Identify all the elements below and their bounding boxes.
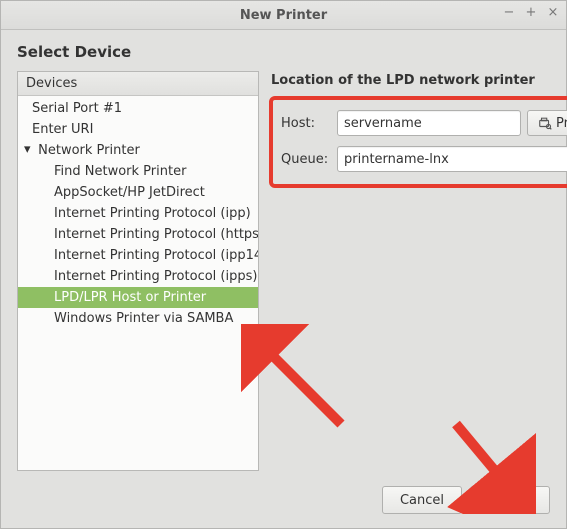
device-find-network[interactable]: Find Network Printer <box>18 161 258 182</box>
device-https[interactable]: Internet Printing Protocol (https) <box>18 224 258 245</box>
host-label: Host: <box>281 116 331 131</box>
content-area: Select Device Devices Serial Port #1 Ent… <box>1 29 566 528</box>
devices-tree: Serial Port #1 Enter URI ▾ Network Print… <box>18 96 258 470</box>
minimize-button[interactable]: − <box>502 5 516 20</box>
host-row: Host: Probe <box>281 110 567 136</box>
device-network-printer-label: Network Printer <box>38 143 140 158</box>
section-title: Location of the LPD network printer <box>271 73 567 88</box>
probe-button[interactable]: Probe <box>527 110 567 136</box>
footer-buttons: Cancel Forward <box>382 486 550 514</box>
titlebar: New Printer − + × <box>1 1 566 30</box>
queue-row: Queue: <box>281 146 567 172</box>
main-row: Devices Serial Port #1 Enter URI ▾ Netwo… <box>17 71 550 471</box>
device-serial-port[interactable]: Serial Port #1 <box>18 98 258 119</box>
probe-button-label: Probe <box>556 116 567 131</box>
queue-input[interactable] <box>337 146 567 172</box>
window-frame: New Printer − + × Select Device Devices … <box>0 0 567 529</box>
device-network-printer[interactable]: ▾ Network Printer <box>18 140 258 161</box>
device-appsocket[interactable]: AppSocket/HP JetDirect <box>18 182 258 203</box>
cancel-button[interactable]: Cancel <box>382 486 462 514</box>
device-ipp14[interactable]: Internet Printing Protocol (ipp14) <box>18 245 258 266</box>
maximize-button[interactable]: + <box>524 5 538 20</box>
devices-panel: Devices Serial Port #1 Enter URI ▾ Netwo… <box>17 71 259 471</box>
titlebar-buttons: − + × <box>502 5 560 20</box>
forward-button-label: Forward <box>484 493 536 508</box>
forward-button[interactable]: Forward <box>470 486 550 514</box>
window-title: New Printer <box>240 8 327 23</box>
cancel-button-label: Cancel <box>400 493 444 508</box>
host-input[interactable] <box>337 110 521 136</box>
caret-down-icon: ▾ <box>24 142 34 157</box>
page-title: Select Device <box>17 43 550 61</box>
device-lpd[interactable]: LPD/LPR Host or Printer <box>18 287 258 308</box>
device-ipps[interactable]: Internet Printing Protocol (ipps) <box>18 266 258 287</box>
form-highlight-box: Host: Probe Queue: <box>269 96 567 188</box>
right-panel: Location of the LPD network printer Host… <box>269 71 567 471</box>
devices-header[interactable]: Devices <box>18 72 258 96</box>
printer-search-icon <box>538 116 552 130</box>
device-ipp[interactable]: Internet Printing Protocol (ipp) <box>18 203 258 224</box>
close-button[interactable]: × <box>546 5 560 20</box>
device-enter-uri[interactable]: Enter URI <box>18 119 258 140</box>
queue-label: Queue: <box>281 152 331 167</box>
device-samba[interactable]: Windows Printer via SAMBA <box>18 308 258 329</box>
